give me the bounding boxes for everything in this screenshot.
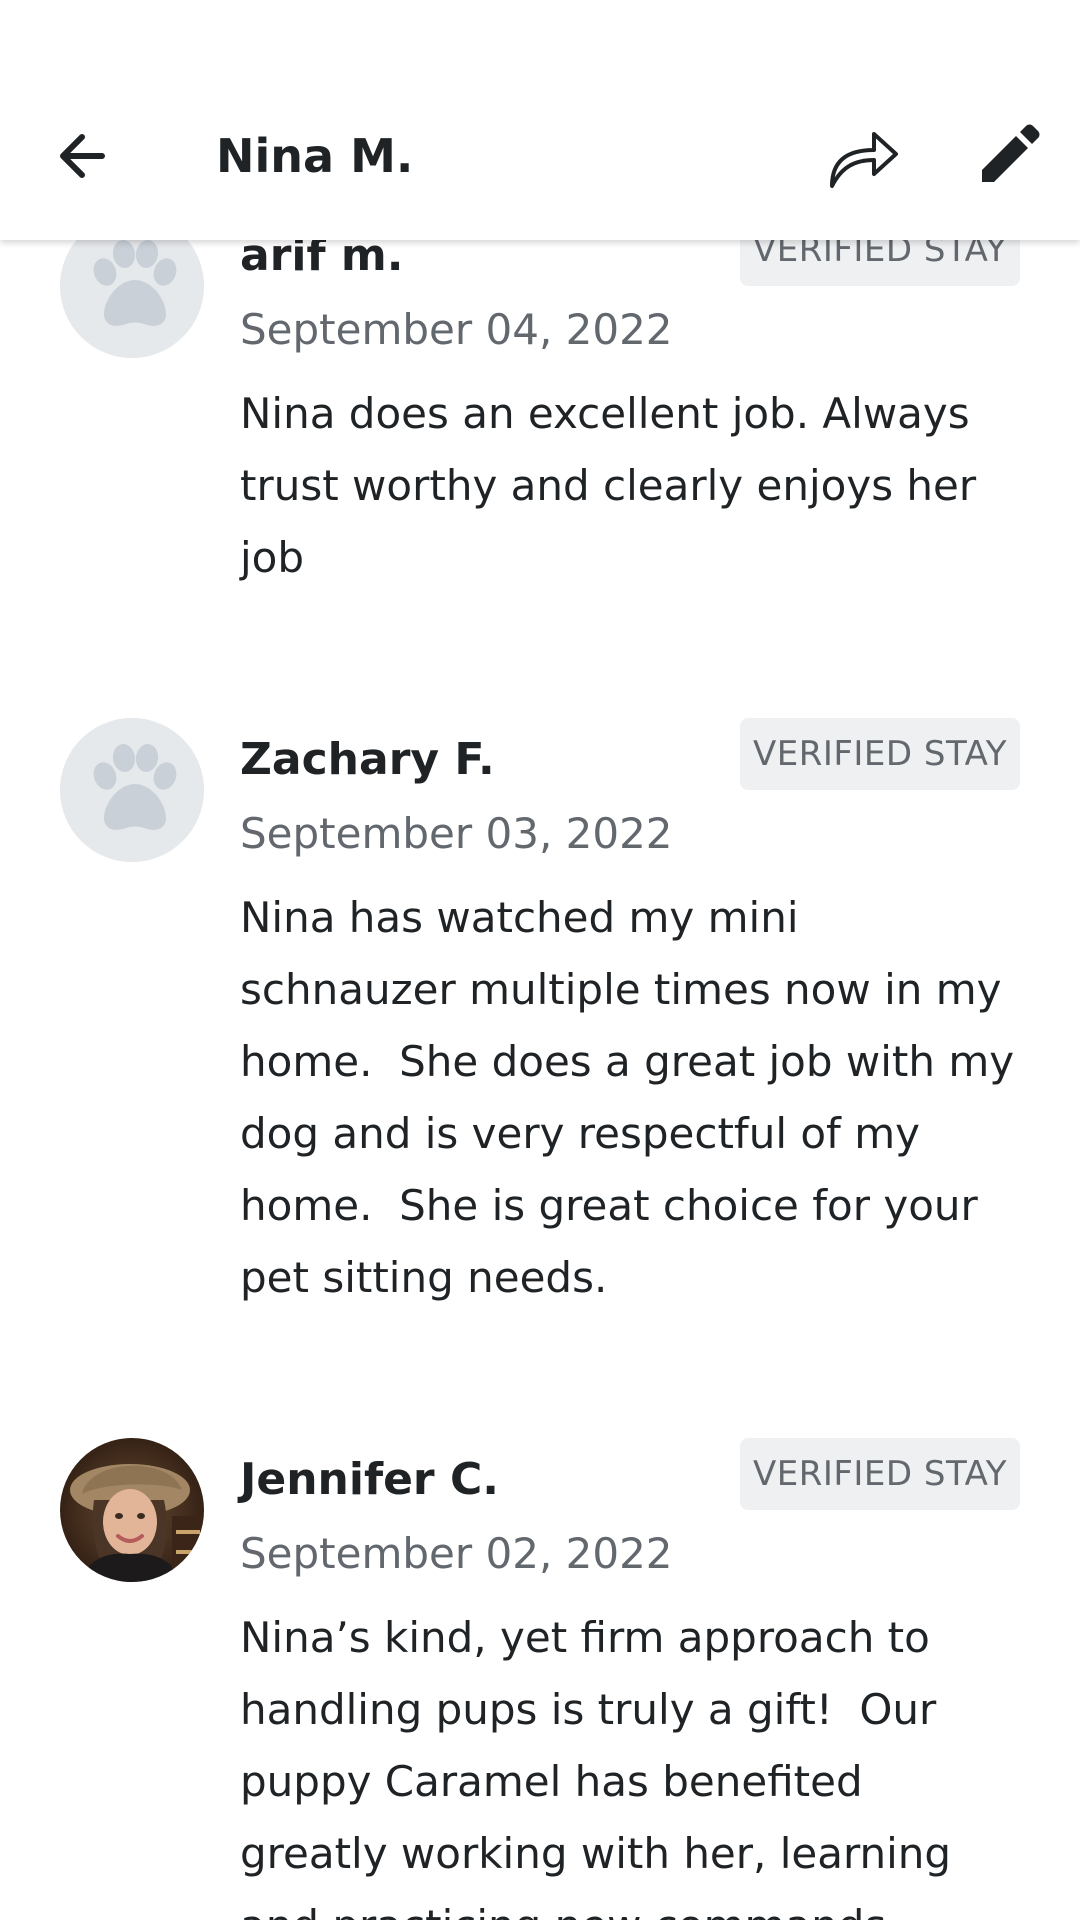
edit-button[interactable] — [972, 120, 1044, 192]
reviewer-avatar[interactable] — [60, 1438, 204, 1582]
review-date: September 04, 2022 — [240, 305, 673, 354]
page-title: Nina M. — [216, 129, 414, 183]
review-text: Nina’s kind, yet firm approach to handli… — [240, 1613, 952, 1920]
review-date: September 03, 2022 — [240, 809, 673, 858]
app-bar: Nina M. — [0, 0, 1080, 240]
user-photo — [60, 1438, 204, 1582]
review-text: Nina does an excellent job. Always trust… — [240, 389, 990, 582]
share-arrow-icon — [830, 132, 898, 188]
back-button[interactable] — [52, 124, 116, 188]
reviewer-name: Zachary F. — [240, 734, 495, 785]
reviewer-name: Jennifer C. — [240, 1454, 499, 1505]
review-text: Nina has watched my mini schnauzer multi… — [240, 893, 1028, 1302]
verified-stay-badge: VERIFIED STAY — [739, 1438, 1020, 1510]
reviewer-avatar[interactable] — [60, 718, 204, 862]
reviews-list[interactable]: arif m. VERIFIED STAY September 04, 2022… — [0, 0, 1080, 1920]
paw-icon — [60, 718, 204, 862]
review-date: September 02, 2022 — [240, 1529, 673, 1578]
verified-stay-badge: VERIFIED STAY — [739, 718, 1020, 790]
pencil-icon — [982, 124, 1040, 182]
share-button[interactable] — [822, 116, 902, 196]
arrow-left-icon — [60, 134, 105, 178]
